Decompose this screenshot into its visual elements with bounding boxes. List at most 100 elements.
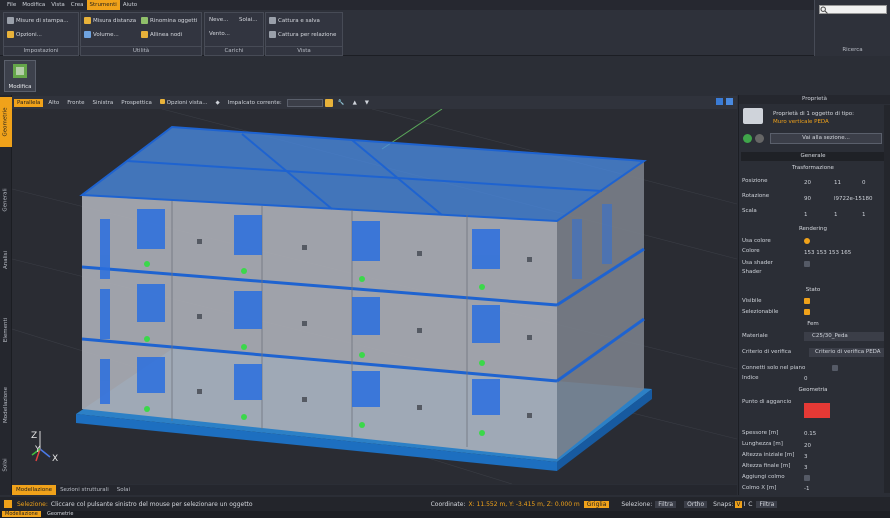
usa-shader-checkbox[interactable] — [804, 261, 810, 267]
selezionabile-checkbox[interactable] — [804, 309, 810, 315]
colmo-x-value[interactable]: -1 — [804, 486, 809, 492]
spessore-value[interactable]: 0.15 — [804, 431, 816, 437]
scala-z[interactable]: 1 — [862, 212, 866, 218]
level-down-icon[interactable]: ▼ — [362, 99, 372, 107]
snap-c[interactable]: C — [747, 501, 753, 508]
view-alto[interactable]: Alto — [45, 99, 62, 107]
menu-strumenti[interactable]: Strumenti — [86, 0, 120, 10]
maximize-view-icon[interactable] — [726, 98, 733, 105]
menu-aiuto[interactable]: Aiuto — [120, 0, 140, 10]
back-icon[interactable] — [743, 134, 752, 143]
goto-section-button[interactable]: Vai alla sezione... — [770, 133, 882, 144]
tab-solai-bottom[interactable]: Solai — [113, 485, 134, 495]
misure-stampa-button[interactable]: Misure di stampa... — [7, 17, 69, 24]
bottom-strip: Modellazione Geometrie — [0, 511, 890, 518]
snap-v[interactable]: V — [735, 500, 742, 508]
altezza-iniziale-value[interactable]: 3 — [804, 454, 808, 460]
visibile-checkbox[interactable] — [804, 298, 810, 304]
building-model — [12, 109, 737, 484]
menu-vista[interactable]: Vista — [48, 0, 68, 10]
connetti-checkbox[interactable] — [832, 365, 838, 371]
menu-modifica[interactable]: Modifica — [19, 0, 48, 10]
view-parallela[interactable]: Parallela — [14, 98, 44, 107]
search-input[interactable] — [819, 5, 887, 14]
3d-viewport[interactable]: Z Y X — [12, 109, 737, 484]
rotazione-z[interactable]: 180 — [862, 196, 873, 202]
posizione-y[interactable]: 11 — [834, 180, 841, 186]
tab-solai[interactable]: Solai — [0, 445, 12, 485]
add-view-icon[interactable] — [716, 98, 723, 105]
tab-modellazione-footer[interactable]: Modellazione — [2, 511, 41, 517]
criterio-label: Criterio di verifica — [742, 349, 792, 355]
wrench-tool-icon[interactable]: 🔧 — [335, 99, 348, 107]
print-icon — [7, 17, 14, 24]
tab-geometrie-footer[interactable]: Geometrie — [44, 511, 76, 517]
forward-icon[interactable] — [755, 134, 764, 143]
section-geometria[interactable]: Geometria — [741, 386, 885, 395]
menu-file[interactable]: File — [4, 0, 19, 10]
misura-distanza-button[interactable]: Misura distanza — [84, 17, 136, 24]
scala-x[interactable]: 1 — [804, 212, 808, 218]
left-rail: Geometrie Generali Analisi Elementi Mode… — [0, 95, 12, 495]
rinomina-oggetti-button[interactable]: Rinomina oggetti — [141, 17, 197, 24]
allinea-nodi-button[interactable]: Allinea nodi — [141, 31, 182, 38]
section-fem[interactable]: Fem — [741, 320, 885, 329]
indice-value[interactable]: 0 — [804, 376, 808, 382]
properties-panel: Proprietà Proprietà di 1 oggetto di tipo… — [738, 95, 890, 495]
view-toolbar: Parallela Alto Fronte Sinistra Prospetti… — [12, 96, 737, 109]
vento-button[interactable]: Vento... — [209, 31, 230, 37]
snap-filter-button[interactable]: Filtra — [756, 500, 778, 508]
altezza-finale-value[interactable]: 3 — [804, 465, 808, 471]
view-sinistra[interactable]: Sinistra — [90, 99, 117, 107]
scala-y[interactable]: 1 — [834, 212, 838, 218]
section-trasformazione[interactable]: Trasformazione — [741, 164, 885, 173]
rotazione-x[interactable]: 90 — [804, 196, 811, 202]
lunghezza-value[interactable]: 20 — [804, 443, 811, 449]
criterio-value[interactable]: Criterio di verifica PEDA — [809, 348, 884, 357]
pin-icon[interactable]: ◆ — [212, 99, 222, 107]
rotazione-y[interactable]: l9722e-15 — [834, 196, 862, 202]
anchor-point-picker[interactable] — [804, 403, 830, 418]
tab-geometrie[interactable]: Geometrie — [0, 97, 12, 147]
volume-button[interactable]: Volume... — [84, 31, 119, 38]
posizione-z[interactable]: 0 — [862, 180, 866, 186]
usa-colore-checkbox[interactable] — [804, 238, 810, 244]
neve-button[interactable]: Neve... — [209, 17, 228, 23]
altezza-iniziale-label: Altezza iniziale [m] — [742, 452, 795, 458]
section-stato[interactable]: Stato — [741, 286, 885, 295]
aggiungi-colmo-checkbox[interactable] — [804, 475, 810, 481]
grid-toggle[interactable]: Griglia — [583, 500, 610, 508]
view-prospettica[interactable]: Prospettica — [118, 99, 155, 107]
modifica-module-button[interactable]: Modifica — [4, 60, 36, 92]
cattura-relazione-button[interactable]: Cattura per relazione — [269, 31, 336, 38]
current-level-dropdown[interactable] — [286, 98, 323, 107]
opzioni-button[interactable]: Opzioni... — [7, 31, 42, 38]
search-panel: Ricerca — [814, 0, 890, 56]
scala-label: Scala — [742, 208, 757, 214]
solai-button[interactable]: Solai... — [239, 17, 258, 23]
posizione-x[interactable]: 20 — [804, 180, 811, 186]
section-rendering[interactable]: Rendering — [741, 225, 885, 234]
tab-sezioni-strutturali[interactable]: Sezioni strutturali — [56, 485, 113, 495]
cattura-salva-button[interactable]: Cattura e salva — [269, 17, 320, 24]
materiale-value[interactable]: C25/30_Peda — [804, 332, 884, 341]
level-up-icon[interactable]: ▲ — [350, 99, 360, 107]
level-lock-icon[interactable] — [324, 98, 333, 107]
filter-button[interactable]: Filtra — [655, 500, 677, 508]
ribbon-group-title: Impostazioni — [4, 46, 78, 55]
tab-elementi[interactable]: Elementi — [0, 305, 12, 355]
rename-icon — [141, 17, 148, 24]
colore-value[interactable]: 153 153 153 165 — [804, 250, 851, 256]
ortho-toggle[interactable]: Ortho — [684, 500, 708, 508]
ribbon-group-utilita: Misura distanza Volume... Rinomina ogget… — [80, 12, 202, 56]
menu-crea[interactable]: Crea — [68, 0, 87, 10]
view-fronte[interactable]: Fronte — [64, 99, 87, 107]
properties-scrollbar[interactable] — [884, 105, 890, 493]
section-generale[interactable]: Generale — [741, 152, 885, 161]
snap-i[interactable]: I — [743, 501, 747, 508]
view-options-button[interactable]: Opzioni vista... — [157, 98, 211, 107]
tab-modellazione-bottom[interactable]: Modellazione — [12, 485, 57, 495]
tab-analisi[interactable]: Analisi — [0, 235, 12, 285]
tab-generali[interactable]: Generali — [0, 175, 12, 225]
tab-modellazione[interactable]: Modellazione — [0, 375, 12, 435]
